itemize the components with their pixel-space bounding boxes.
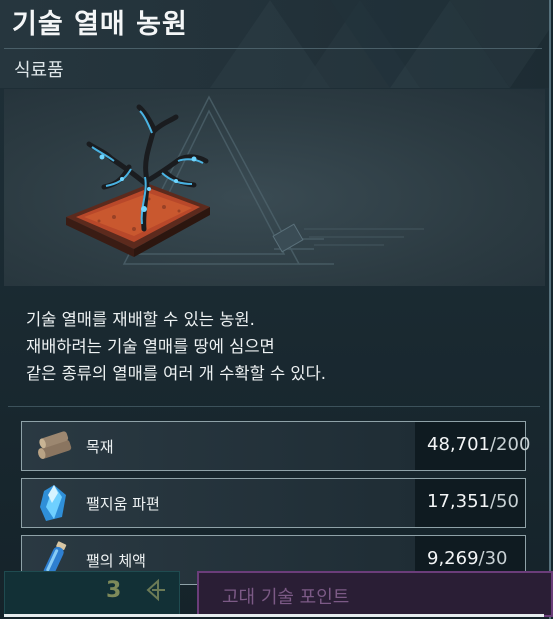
required-count: /200 [489, 434, 531, 455]
ancient-tech-points-label: 고대 기술 포인트 [222, 587, 350, 608]
material-count: 17,351/50 [427, 491, 519, 512]
section-divider [8, 406, 540, 407]
required-count: /30 [478, 548, 508, 569]
material-name: 팰의 체액 [86, 552, 146, 570]
page-title: 기술 열매 농원 [12, 9, 188, 40]
material-name: 팰지움 파편 [86, 495, 160, 513]
material-row-bg [22, 479, 415, 527]
material-row-paldium: 팰지움 파편 17,351/50 [21, 478, 526, 528]
material-count: 9,269/30 [427, 548, 508, 569]
panel-header: 기술 열매 농원 식료품 [0, 0, 549, 88]
item-description: 기술 열매를 재배할 수 있는 농원. 재배하려는 기술 열매를 땅에 심으면 … [26, 306, 326, 387]
material-count: 48,701/200 [427, 434, 530, 455]
item-preview-image [4, 89, 545, 286]
material-row-bg [22, 422, 415, 470]
material-row-wood: 목재 48,701/200 [21, 421, 530, 471]
paldium-fragment-icon [40, 485, 66, 521]
wood-log-icon [38, 431, 72, 459]
owned-count: 48,701 [427, 434, 490, 455]
description-line: 같은 종류의 열매를 여러 개 수확할 수 있다. [26, 364, 327, 383]
description-line: 재배하려는 기술 열매를 땅에 심으면 [26, 337, 275, 356]
item-detail-panel: 기술 열매 농원 식료품 기술 열매를 재배할 수 있는 농원. 재배하려는 기… [0, 0, 551, 619]
owned-count: 17,351 [427, 491, 490, 512]
description-line: 기술 열매를 재배할 수 있는 농원. [26, 310, 255, 329]
owned-count: 9,269 [427, 548, 479, 569]
material-name: 목재 [86, 438, 114, 456]
tech-count: 3 [106, 578, 122, 603]
item-category: 식료품 [14, 60, 64, 81]
back-arrow-icon[interactable] [144, 578, 168, 602]
bottom-highlight-bar [4, 614, 544, 617]
header-divider [4, 48, 542, 49]
required-count: /50 [489, 491, 519, 512]
tech-fruit-orchard-illustration [66, 95, 424, 265]
